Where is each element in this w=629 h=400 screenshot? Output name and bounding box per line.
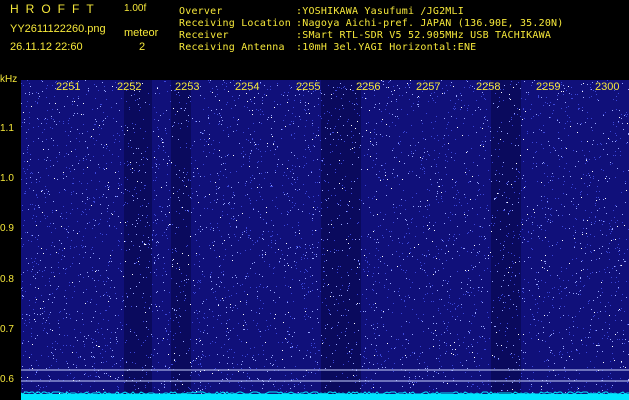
x-tick-label: 2253 (175, 81, 200, 93)
app-title: HROFFT (10, 2, 101, 16)
station-label-location: Receiving Location (179, 18, 291, 29)
file-name: YY2611122260.png (10, 23, 106, 35)
station-value-receiver: :SMart RTL-SDR V5 52.905MHz USB TACHIKAW… (296, 30, 552, 41)
x-tick-label: 2251 (56, 81, 81, 93)
waterfall-band (124, 80, 152, 400)
y-tick-label: 0.9 (0, 223, 14, 234)
y-tick-label: 0.8 (0, 274, 14, 285)
x-tick-label: 2300 (595, 81, 620, 93)
y-tick-label: 0.7 (0, 324, 14, 335)
waterfall-band (491, 80, 521, 400)
y-tick-label: 1.1 (0, 123, 14, 134)
x-tick-label: 2256 (356, 81, 381, 93)
station-value-observer: :YOSHIKAWA Yasufumi /JG2MLI (296, 6, 464, 17)
x-tick-label: 2257 (416, 81, 441, 93)
axis-unit-label: kHz (0, 74, 18, 85)
y-tick-label: 1.0 (0, 173, 14, 184)
y-tick-label: 0.6 (0, 374, 14, 385)
station-value-location: :Nagoya Aichi-pref. JAPAN (136.90E, 35.2… (296, 18, 564, 29)
counter-label: meteor (124, 27, 159, 39)
waterfall-spectrogram (21, 80, 629, 400)
counter-value: 2 (139, 41, 146, 53)
x-tick-label: 2258 (476, 81, 501, 93)
station-label-observer: Overver (179, 6, 223, 17)
waterfall-canvas (21, 80, 629, 400)
x-tick-label: 2252 (117, 81, 142, 93)
x-tick-label: 2259 (536, 81, 561, 93)
spectrum-baseline (21, 394, 629, 400)
station-value-antenna: :10mH 3el.YAGI Horizontal:ENE (296, 42, 477, 53)
x-tick-label: 2255 (296, 81, 321, 93)
datetime-label: 26.11.12 22:60 (10, 41, 83, 53)
station-label-receiver: Receiver (179, 30, 229, 41)
version-label: 1.00f (124, 3, 147, 14)
station-label-antenna: Receiving Antenna (179, 42, 285, 53)
x-tick-label: 2254 (235, 81, 260, 93)
